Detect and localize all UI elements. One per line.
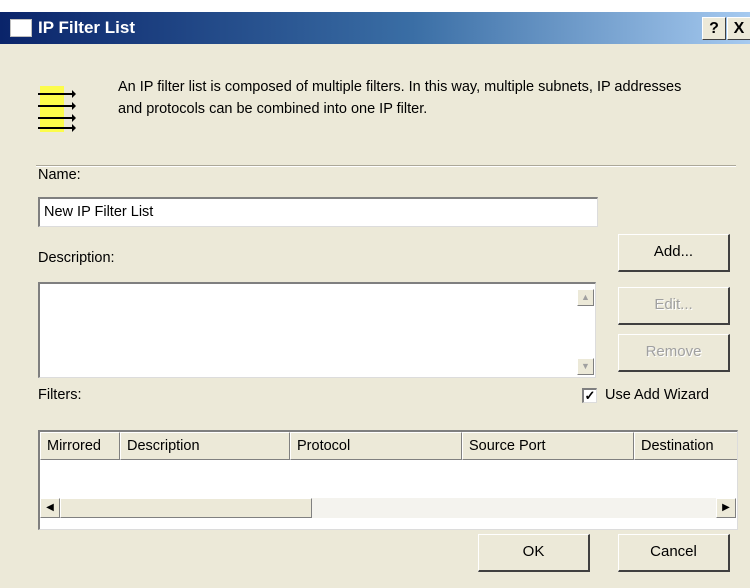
filters-list[interactable]: Mirrored Description Protocol Source Por… xyxy=(38,430,738,530)
add-button[interactable]: Add... xyxy=(618,234,730,272)
use-add-wizard-checkbox[interactable]: ✓ xyxy=(582,388,597,403)
name-label: Name: xyxy=(38,167,81,183)
description-value xyxy=(40,284,595,292)
separator xyxy=(36,165,736,167)
column-header-destination[interactable]: Destination xyxy=(634,432,737,460)
window-title: IP Filter List xyxy=(38,18,135,37)
cancel-button[interactable]: Cancel xyxy=(618,534,730,572)
scroll-left-icon[interactable]: ◀ xyxy=(40,498,60,518)
remove-button[interactable]: Remove xyxy=(618,334,730,372)
column-header-description[interactable]: Description xyxy=(120,432,290,460)
scroll-thumb[interactable] xyxy=(60,498,312,518)
column-header-mirrored[interactable]: Mirrored xyxy=(40,432,120,460)
filters-label: Filters: xyxy=(38,387,82,403)
column-header-protocol[interactable]: Protocol xyxy=(290,432,462,460)
ok-button[interactable]: OK xyxy=(478,534,590,572)
scroll-right-icon[interactable]: ▶ xyxy=(716,498,736,518)
ip-filter-list-dialog: IP Filter List ? X An IP filter list is … xyxy=(0,12,750,588)
name-input[interactable]: New IP Filter List xyxy=(38,197,598,227)
intro-text: An IP filter list is composed of multipl… xyxy=(118,79,682,117)
filter-list-icon xyxy=(38,86,76,132)
edit-button[interactable]: Edit... xyxy=(618,287,730,325)
column-header-source-port[interactable]: Source Port xyxy=(462,432,634,460)
description-label: Description: xyxy=(38,250,115,266)
window-icon xyxy=(10,19,32,37)
use-add-wizard-label[interactable]: Use Add Wizard xyxy=(605,387,709,403)
horizontal-scrollbar[interactable]: ◀ ▶ xyxy=(40,498,736,518)
description-input[interactable]: ▲ ▼ xyxy=(38,282,596,378)
title-bar[interactable]: IP Filter List ? X xyxy=(0,12,750,44)
close-button[interactable]: X xyxy=(727,17,750,40)
help-button[interactable]: ? xyxy=(702,17,726,40)
scroll-up-icon[interactable]: ▲ xyxy=(577,289,594,306)
scroll-down-icon[interactable]: ▼ xyxy=(577,358,594,375)
